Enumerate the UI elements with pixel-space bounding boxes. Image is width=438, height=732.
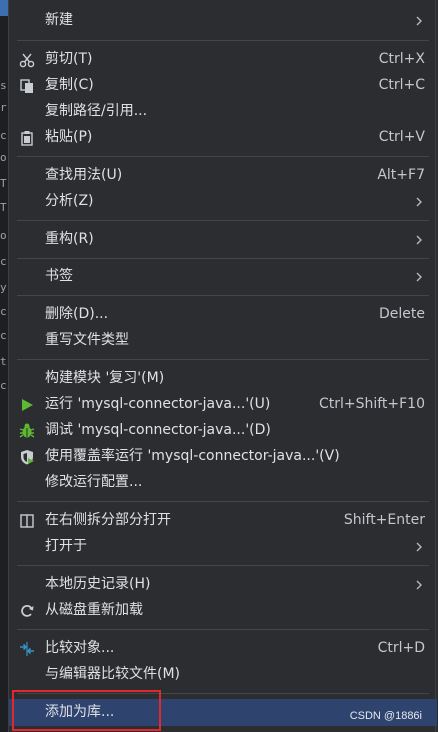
menu-item-open-split-right[interactable]: 在右侧拆分部分打开 Shift+Enter xyxy=(9,508,437,533)
menu-item-compare-with[interactable]: 比较对象... Ctrl+D xyxy=(9,636,437,661)
menu-item-compare-with-editor[interactable]: 与编辑器比较文件(M) xyxy=(9,662,437,687)
menu-item-bookmarks[interactable]: 书签 xyxy=(9,264,437,289)
menu-separator xyxy=(17,40,429,41)
menu-item-copy-path[interactable]: 复制路径/引用... xyxy=(9,99,437,124)
menu-item-label: 查找用法(U) xyxy=(45,167,123,183)
menu-separator xyxy=(17,258,429,259)
menu-item-label: 使用覆盖率运行 'mysql-connector-java...'(V) xyxy=(45,448,340,464)
menu-separator xyxy=(17,629,429,630)
menu-item-label: 修改运行配置... xyxy=(45,474,143,490)
menu-item-label: 重写文件类型 xyxy=(45,332,129,348)
editor-glyph: o xyxy=(0,152,7,164)
coverage-icon xyxy=(21,450,34,465)
editor-glyph: o xyxy=(0,230,7,242)
menu-item-label: 复制(C) xyxy=(45,77,94,93)
split-icon xyxy=(20,514,34,528)
menu-item-cut[interactable]: 剪切(T) Ctrl+X xyxy=(9,47,437,72)
editor-gutter-strip: s r c o T T o c y c c t c xyxy=(0,0,8,732)
shortcut-label: Alt+F7 xyxy=(377,167,425,183)
editor-glyph: T xyxy=(0,178,7,190)
copy-icon xyxy=(20,79,33,93)
menu-item-local-history[interactable]: 本地历史记录(H) xyxy=(9,572,437,597)
menu-item-label: 新建 xyxy=(45,12,73,28)
editor-glyph: c xyxy=(0,380,7,392)
menu-item-label: 剪切(T) xyxy=(45,51,93,67)
watermark: CSDN @1886i xyxy=(349,710,422,722)
chevron-right-icon xyxy=(416,197,422,207)
menu-item-label: 与编辑器比较文件(M) xyxy=(45,666,181,682)
shortcut-label: Ctrl+V xyxy=(378,129,425,145)
chevron-right-icon xyxy=(416,235,422,245)
menu-item-analyze[interactable]: 分析(Z) xyxy=(9,189,437,214)
editor-tab-edge xyxy=(0,0,8,16)
menu-separator xyxy=(17,220,429,221)
menu-item-modify-run-config[interactable]: 修改运行配置... xyxy=(9,470,437,495)
menu-item-new[interactable]: 新建 xyxy=(9,8,437,33)
menu-item-label: 分析(Z) xyxy=(45,193,94,209)
menu-item-label: 打开于 xyxy=(45,538,87,554)
chevron-right-icon xyxy=(416,272,422,282)
editor-glyph: T xyxy=(0,202,7,214)
editor-glyph: r xyxy=(0,102,7,114)
menu-item-label: 添加为库... xyxy=(45,704,115,720)
shortcut-label: Ctrl+Shift+F10 xyxy=(318,396,425,412)
shortcut-label: Delete xyxy=(379,306,425,322)
menu-item-label: 粘贴(P) xyxy=(45,129,93,145)
menu-item-label: 在右侧拆分部分打开 xyxy=(45,512,171,528)
context-menu: 新建 剪切(T) Ctrl+X 复制(C) Ctrl+C 复制路径/引用... … xyxy=(8,0,437,732)
menu-separator xyxy=(17,501,429,502)
menu-item-label: 本地历史记录(H) xyxy=(45,576,151,592)
chevron-right-icon xyxy=(416,542,422,552)
chevron-right-icon xyxy=(416,580,422,590)
menu-item-delete[interactable]: 删除(D)... Delete xyxy=(9,302,437,327)
menu-item-run[interactable]: 运行 'mysql-connector-java...'(U) Ctrl+Shi… xyxy=(9,392,437,417)
editor-glyph: y xyxy=(0,282,7,294)
clipboard-icon xyxy=(21,131,33,146)
menu-item-build-module[interactable]: 构建模块 '复习'(M) xyxy=(9,366,437,391)
menu-item-debug[interactable]: 调试 'mysql-connector-java...'(D) xyxy=(9,418,437,443)
menu-separator xyxy=(17,295,429,296)
menu-item-label: 书签 xyxy=(45,268,73,284)
shortcut-label: Ctrl+X xyxy=(378,51,425,67)
menu-item-open-in[interactable]: 打开于 xyxy=(9,534,437,559)
editor-glyph: c xyxy=(0,130,7,142)
menu-item-refactor[interactable]: 重构(R) xyxy=(9,227,437,252)
menu-item-label: 从磁盘重新加载 xyxy=(45,602,143,618)
menu-item-label: 比较对象... xyxy=(45,640,115,656)
shortcut-label: Ctrl+D xyxy=(377,640,425,656)
menu-item-label: 构建模块 '复习'(M) xyxy=(45,370,165,386)
editor-glyph: c xyxy=(0,256,7,268)
menu-separator xyxy=(17,693,429,694)
menu-item-label: 重构(R) xyxy=(45,231,94,247)
editor-glyph: t xyxy=(0,356,7,368)
editor-glyph: c xyxy=(0,306,7,318)
menu-item-label: 复制路径/引用... xyxy=(45,103,148,119)
menu-item-paste[interactable]: 粘贴(P) Ctrl+V xyxy=(9,125,437,150)
menu-item-label: 删除(D)... xyxy=(45,306,109,322)
scissors-icon xyxy=(19,53,35,68)
run-icon xyxy=(22,399,33,411)
debug-icon xyxy=(19,423,35,438)
menu-item-run-with-coverage[interactable]: 使用覆盖率运行 'mysql-connector-java...'(V) xyxy=(9,444,437,469)
editor-glyph: s xyxy=(0,80,7,92)
shortcut-label: Shift+Enter xyxy=(343,512,425,528)
menu-item-label: 调试 'mysql-connector-java...'(D) xyxy=(45,422,271,438)
reload-icon xyxy=(21,605,34,617)
menu-item-override-file-type[interactable]: 重写文件类型 xyxy=(9,328,437,353)
shortcut-label: Ctrl+C xyxy=(378,77,425,93)
compare-icon xyxy=(20,642,34,656)
menu-separator xyxy=(17,156,429,157)
menu-item-find-usages[interactable]: 查找用法(U) Alt+F7 xyxy=(9,163,437,188)
editor-glyph: c xyxy=(0,330,7,342)
chevron-right-icon xyxy=(416,16,422,26)
menu-item-copy[interactable]: 复制(C) Ctrl+C xyxy=(9,73,437,98)
menu-separator xyxy=(17,359,429,360)
menu-item-label: 运行 'mysql-connector-java...'(U) xyxy=(45,396,271,412)
menu-item-reload-from-disk[interactable]: 从磁盘重新加载 xyxy=(9,598,437,623)
menu-separator xyxy=(17,565,429,566)
